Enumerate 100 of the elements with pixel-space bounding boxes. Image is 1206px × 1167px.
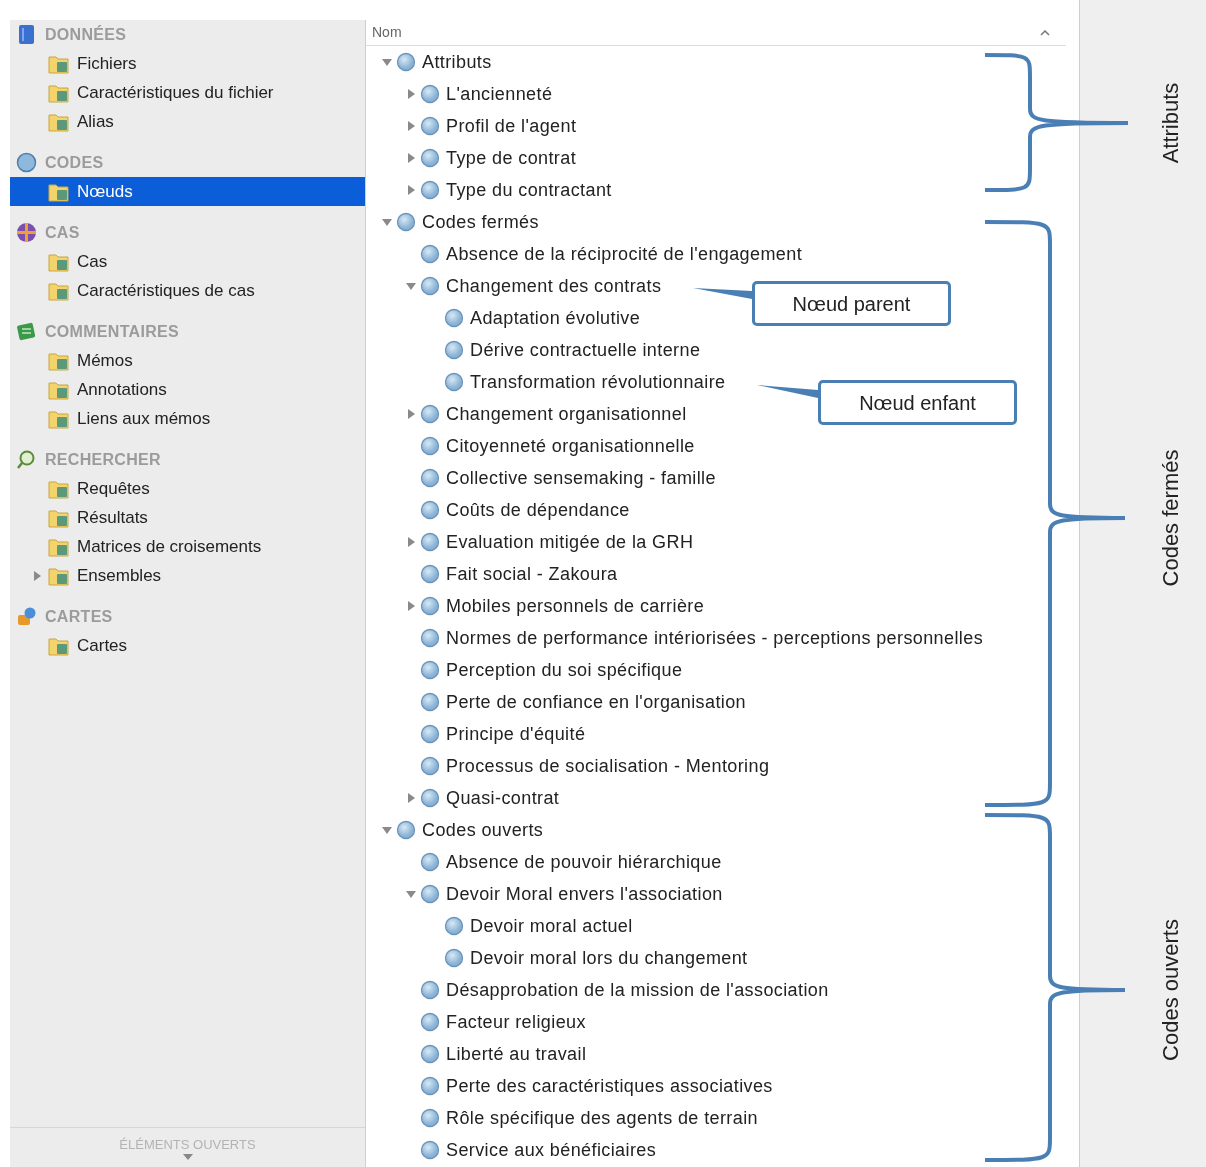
tree-row[interactable]: L'ancienneté — [366, 78, 553, 110]
disclosure-triangle[interactable] — [406, 409, 416, 419]
node-icon — [444, 340, 464, 360]
node-icon — [444, 948, 464, 968]
tree-row[interactable]: Perte des caractéristiques associatives — [366, 1070, 773, 1102]
tree-row[interactable]: Mobiles personnels de carrière — [366, 590, 705, 622]
node-icon — [420, 724, 440, 744]
sidebar-item[interactable]: Fichiers — [10, 49, 365, 78]
tree-row[interactable]: Désapprobation de la mission de l'association — [366, 974, 829, 1006]
tree-row[interactable]: Collective sensemaking - famille — [366, 462, 716, 494]
node-icon — [420, 276, 440, 296]
disclosure-triangle[interactable] — [406, 537, 416, 547]
sidebar-item[interactable]: Résultats — [10, 503, 365, 532]
node-icon — [420, 852, 440, 872]
disclosure-triangle[interactable] — [406, 889, 416, 899]
disclosure-triangle[interactable] — [406, 185, 416, 195]
folder-icon — [48, 53, 69, 74]
disclosure-triangle[interactable] — [406, 153, 416, 163]
tree-row[interactable]: Absence de pouvoir hiérarchique — [366, 846, 722, 878]
sidebar-item[interactable]: Cartes — [10, 631, 365, 660]
node-icon — [420, 1108, 440, 1128]
sidebar-item[interactable]: Ensembles — [10, 561, 365, 590]
tree-row[interactable]: Type de contrat — [366, 142, 577, 174]
section-heading: CARTES — [45, 606, 113, 627]
folder-icon — [48, 181, 69, 202]
sidebar-item[interactable]: Nœuds — [10, 177, 365, 206]
node-icon — [420, 148, 440, 168]
folder-icon — [48, 536, 69, 557]
tree-row[interactable]: Devoir moral lors du changement — [366, 942, 748, 974]
tree-row[interactable]: Adaptation évolutive — [366, 302, 641, 334]
sidebar-item[interactable]: Caractéristiques de cas — [10, 276, 365, 305]
circle-icon — [15, 151, 38, 174]
disclosure-triangle[interactable] — [406, 89, 416, 99]
tree-row[interactable]: Devoir moral actuel — [366, 910, 633, 942]
disclosure-triangle[interactable] — [406, 121, 416, 131]
tree-row[interactable]: Absence de la réciprocité de l'engagement — [366, 238, 803, 270]
callout-label: Nœud parent — [752, 281, 951, 326]
tree-row[interactable]: Liberté au travail — [366, 1038, 587, 1070]
tree-row[interactable]: Perte de confiance en l'organisation — [366, 686, 747, 718]
tree-row[interactable]: Service aux bénéficiaires — [366, 1134, 657, 1166]
sort-icon — [1040, 29, 1050, 36]
sidebar-item[interactable]: Matrices de croisements — [10, 532, 365, 561]
tree-row[interactable]: Evaluation mitigée de la GRH — [366, 526, 694, 558]
tree-row[interactable]: Facteur religieux — [366, 1006, 586, 1038]
tree-row[interactable]: Transformation révolutionnaire — [366, 366, 726, 398]
disclosure-triangle[interactable] — [406, 793, 416, 803]
tree-row[interactable]: Citoyenneté organisationnelle — [366, 430, 695, 462]
node-icon — [420, 84, 440, 104]
tree-row[interactable]: Attributs — [366, 46, 492, 78]
folder-icon — [48, 478, 69, 499]
column-header[interactable]: Nom — [366, 20, 1066, 46]
node-icon — [420, 788, 440, 808]
node-icon — [396, 820, 416, 840]
folder-icon — [48, 565, 69, 586]
tree-row[interactable]: Type du contractant — [366, 174, 612, 206]
node-icon — [444, 916, 464, 936]
node-icon — [420, 884, 440, 904]
folder-icon — [48, 350, 69, 371]
disclosure-triangle[interactable] — [406, 601, 416, 611]
tree-row[interactable]: Codes fermés — [366, 206, 539, 238]
sidebar-item[interactable]: Alias — [10, 107, 365, 136]
node-icon — [444, 308, 464, 328]
section-heading: COMMENTAIRES — [45, 321, 179, 342]
tree-row[interactable]: Dérive contractuelle interne — [366, 334, 701, 366]
sidebar-item[interactable]: Liens aux mémos — [10, 404, 365, 433]
folder-icon — [48, 280, 69, 301]
sidebar-item[interactable]: Mémos — [10, 346, 365, 375]
tree-row[interactable]: Normes de performance intériorisées - perceptions personnelles — [366, 622, 984, 654]
tree-row[interactable]: Principe d'équité — [366, 718, 586, 750]
tree-row[interactable]: Processus de socialisation - Mentoring — [366, 750, 770, 782]
sidebar-item[interactable]: Caractéristiques du fichier — [10, 78, 365, 107]
disclosure-triangle[interactable] — [32, 571, 42, 581]
section-heading: CODES — [45, 152, 104, 173]
disclosure-triangle[interactable] — [382, 57, 392, 67]
tree-row[interactable]: Changement des contrats — [366, 270, 662, 302]
sidebar-item[interactable]: Annotations — [10, 375, 365, 404]
leader-line — [757, 385, 818, 398]
tree-row[interactable]: Coûts de dépendance — [366, 494, 630, 526]
section-heading: RECHERCHER — [45, 449, 161, 470]
tree-row[interactable]: Perception du soi spécifique — [366, 654, 683, 686]
node-icon — [420, 116, 440, 136]
bracket-label: Codes fermés — [1156, 449, 1184, 587]
tree-row[interactable]: Profil de l'agent — [366, 110, 577, 142]
node-icon — [420, 660, 440, 680]
disclosure-triangle[interactable] — [406, 281, 416, 291]
tree-row[interactable]: Codes ouverts — [366, 814, 544, 846]
tree-row[interactable]: Changement organisationnel — [366, 398, 687, 430]
folder-icon — [48, 408, 69, 429]
sidebar-item[interactable]: Requêtes — [10, 474, 365, 503]
tree-row[interactable]: Rôle spécifique des agents de terrain — [366, 1102, 758, 1134]
tree-row[interactable]: Devoir Moral envers l'association — [366, 878, 723, 910]
tree-row[interactable]: Quasi-contrat — [366, 782, 560, 814]
tree-row[interactable]: Fait social - Zakoura — [366, 558, 618, 590]
disclosure-triangle[interactable] — [382, 825, 392, 835]
disclosure-triangle[interactable] — [382, 217, 392, 227]
sidebar-item[interactable]: Cas — [10, 247, 365, 276]
node-icon — [420, 692, 440, 712]
callout-label: Nœud enfant — [818, 380, 1017, 425]
node-icon — [420, 500, 440, 520]
node-icon — [420, 596, 440, 616]
